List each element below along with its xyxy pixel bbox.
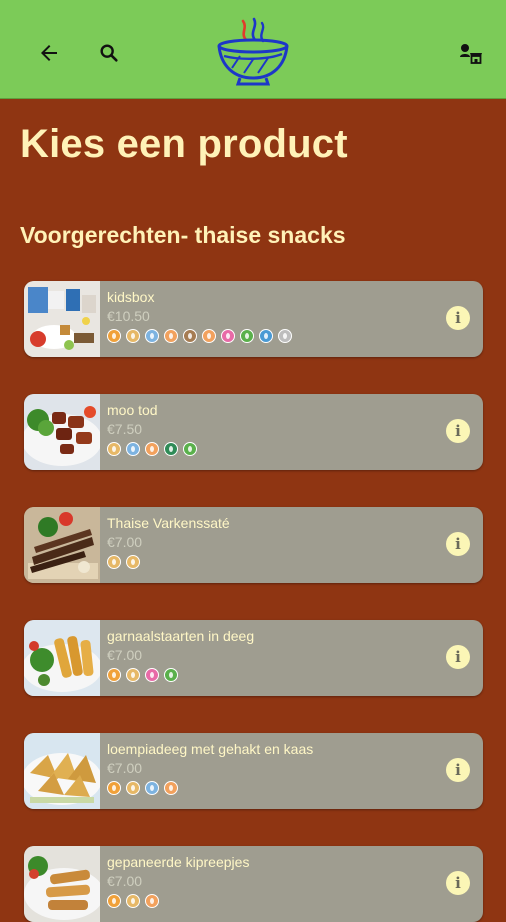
allergen-icons bbox=[107, 781, 183, 797]
product-card[interactable]: moo tod €7.50 i bbox=[24, 394, 483, 470]
allergen-icon bbox=[107, 781, 121, 795]
arrow-left-icon bbox=[41, 45, 57, 61]
product-photo bbox=[24, 620, 100, 696]
product-name: Thaise Varkenssaté bbox=[107, 515, 230, 531]
page-title: Kies een product bbox=[20, 122, 348, 166]
product-card[interactable]: gepaneerde kipreepjes €7.00 i bbox=[24, 846, 483, 922]
allergen-icon bbox=[145, 442, 159, 456]
allergen-icon bbox=[126, 442, 140, 456]
allergen-icon bbox=[221, 329, 235, 343]
allergen-icon bbox=[126, 668, 140, 682]
product-name: moo tod bbox=[107, 402, 158, 418]
category-heading: Voorgerechten- thaise snacks bbox=[20, 222, 346, 248]
allergen-icons bbox=[107, 668, 183, 684]
allergen-icon bbox=[240, 329, 254, 343]
allergen-icon bbox=[126, 781, 140, 795]
allergen-icon bbox=[202, 329, 216, 343]
search-button[interactable] bbox=[89, 33, 129, 73]
product-name: gepaneerde kipreepjes bbox=[107, 854, 250, 870]
allergen-icon bbox=[145, 668, 159, 682]
user-store-icon bbox=[460, 44, 482, 64]
allergen-icon bbox=[126, 329, 140, 343]
allergen-icon bbox=[183, 329, 197, 343]
product-photo bbox=[24, 846, 100, 922]
top-app-bar bbox=[0, 0, 506, 99]
product-name: garnaalstaarten in deeg bbox=[107, 628, 255, 644]
allergen-icon bbox=[145, 894, 159, 908]
allergen-icon bbox=[278, 329, 292, 343]
allergen-icon bbox=[107, 555, 121, 569]
product-card[interactable]: Thaise Varkenssaté €7.00 i bbox=[24, 507, 483, 583]
product-card[interactable]: kidsbox €10.50 i bbox=[24, 281, 483, 357]
product-name: loempiadeeg met gehakt en kaas bbox=[107, 741, 314, 757]
product-photo bbox=[24, 281, 100, 357]
allergen-icon bbox=[183, 442, 197, 456]
allergen-icons bbox=[107, 329, 297, 345]
info-icon[interactable]: i bbox=[446, 758, 470, 782]
allergen-icon bbox=[164, 668, 178, 682]
allergen-icons bbox=[107, 894, 164, 910]
allergen-icon bbox=[164, 442, 178, 456]
allergen-icons bbox=[107, 442, 202, 458]
allergen-icon bbox=[145, 781, 159, 795]
allergen-icon bbox=[145, 329, 159, 343]
back-button[interactable] bbox=[29, 33, 69, 73]
allergen-icon bbox=[107, 329, 121, 343]
allergen-icon bbox=[164, 781, 178, 795]
product-photo bbox=[24, 507, 100, 583]
product-card[interactable]: garnaalstaarten in deeg €7.00 i bbox=[24, 620, 483, 696]
allergen-icons bbox=[107, 555, 145, 571]
product-photo bbox=[24, 733, 100, 809]
account-store-button[interactable] bbox=[450, 33, 490, 73]
product-price: €7.50 bbox=[107, 421, 143, 437]
product-price: €7.00 bbox=[107, 534, 143, 550]
allergen-icon bbox=[164, 329, 178, 343]
info-icon[interactable]: i bbox=[446, 419, 470, 443]
info-icon[interactable]: i bbox=[446, 871, 470, 895]
product-price: €7.00 bbox=[107, 873, 143, 889]
allergen-icon bbox=[259, 329, 273, 343]
allergen-icon bbox=[126, 894, 140, 908]
steaming-bowl-logo bbox=[217, 17, 289, 86]
product-name: kidsbox bbox=[107, 289, 155, 305]
info-icon[interactable]: i bbox=[446, 306, 470, 330]
info-icon[interactable]: i bbox=[446, 532, 470, 556]
product-price: €10.50 bbox=[107, 308, 150, 324]
product-price: €7.00 bbox=[107, 760, 143, 776]
allergen-icon bbox=[107, 894, 121, 908]
product-price: €7.00 bbox=[107, 647, 143, 663]
allergen-icon bbox=[107, 668, 121, 682]
product-card[interactable]: loempiadeeg met gehakt en kaas €7.00 i bbox=[24, 733, 483, 809]
info-icon[interactable]: i bbox=[446, 645, 470, 669]
allergen-icon bbox=[107, 442, 121, 456]
allergen-icon bbox=[126, 555, 140, 569]
product-photo bbox=[24, 394, 100, 470]
search-icon bbox=[100, 44, 118, 62]
